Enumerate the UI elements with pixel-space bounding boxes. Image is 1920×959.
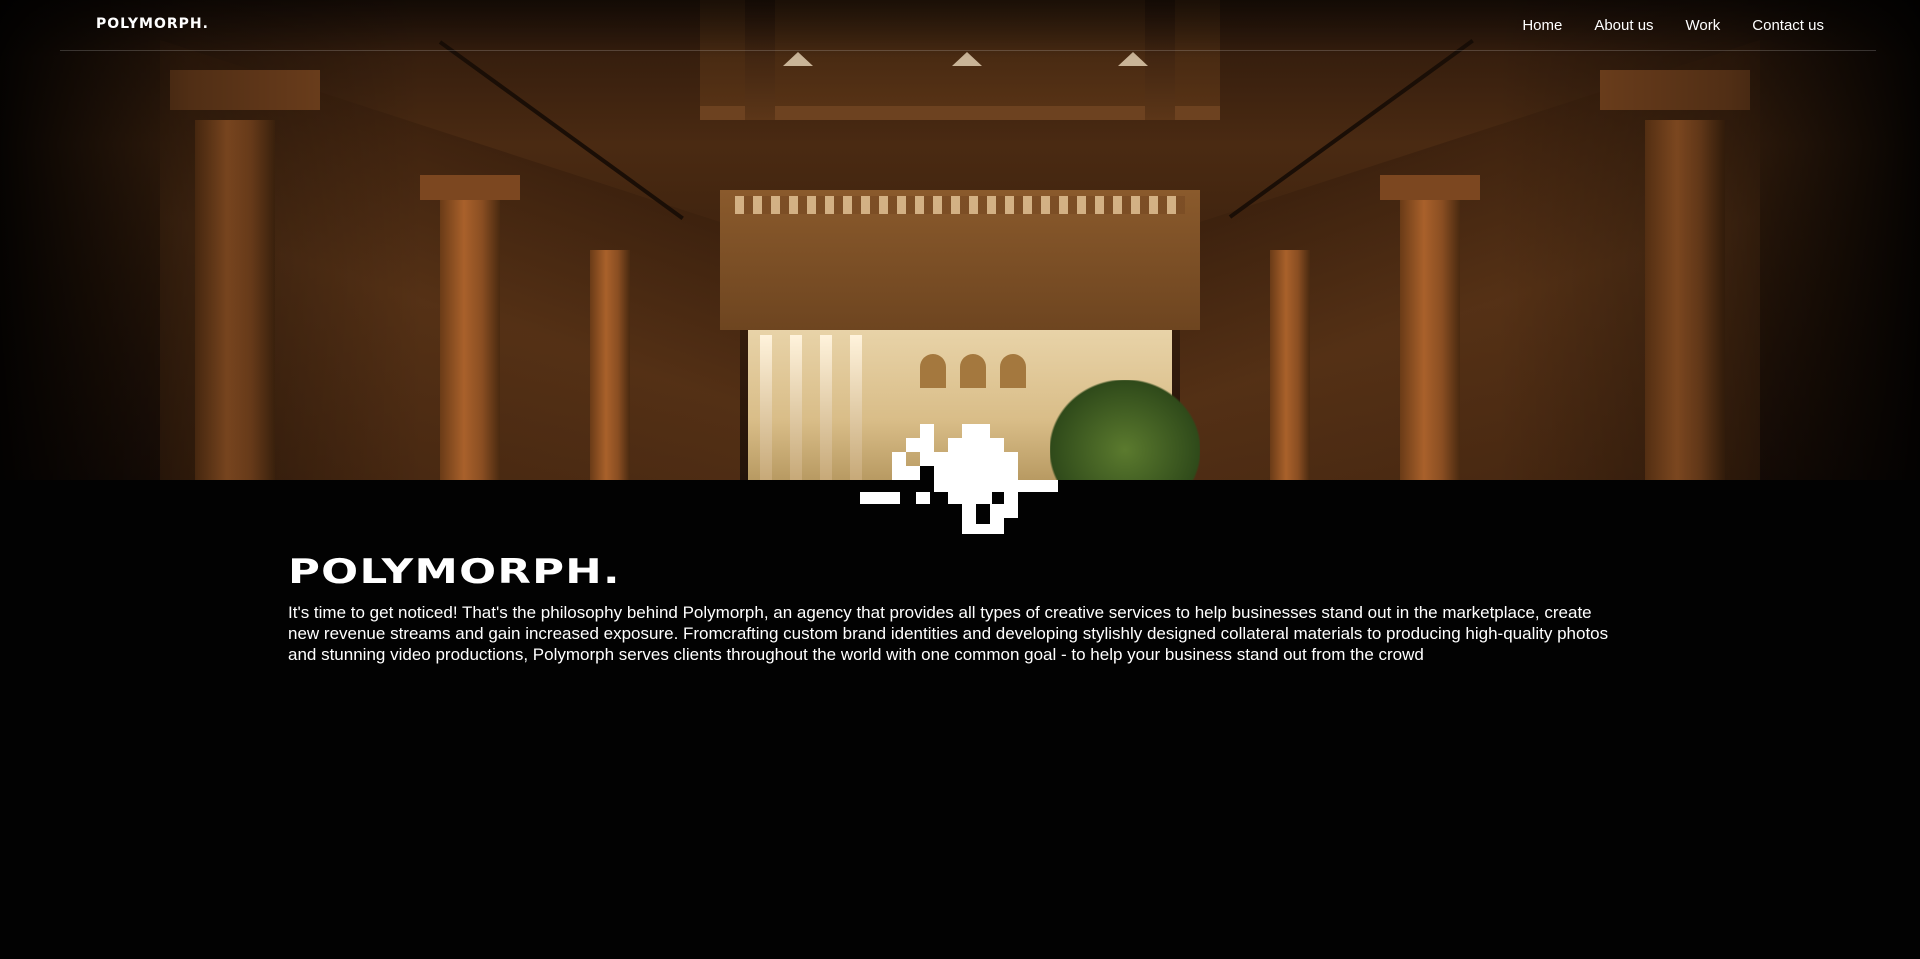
header-logo[interactable]: POLYMORPH. xyxy=(96,16,209,32)
pixel-chameleon-icon xyxy=(860,424,1058,534)
nav-contact-us[interactable]: Contact us xyxy=(1752,17,1824,34)
nav-about-us[interactable]: About us xyxy=(1594,17,1653,34)
page: POLYMORPH. Home About us Work Contact us xyxy=(0,0,1920,959)
hero-image xyxy=(0,0,1920,480)
hero-vignette xyxy=(0,0,1920,480)
intro-paragraph: It's time to get noticed! That's the phi… xyxy=(288,603,1609,664)
nav-home[interactable]: Home xyxy=(1522,17,1562,34)
main-nav: Home About us Work Contact us xyxy=(1522,17,1824,34)
site-header: POLYMORPH. Home About us Work Contact us xyxy=(60,0,1876,51)
brand-title: POLYMORPH. xyxy=(288,552,621,592)
nav-work[interactable]: Work xyxy=(1686,17,1721,34)
